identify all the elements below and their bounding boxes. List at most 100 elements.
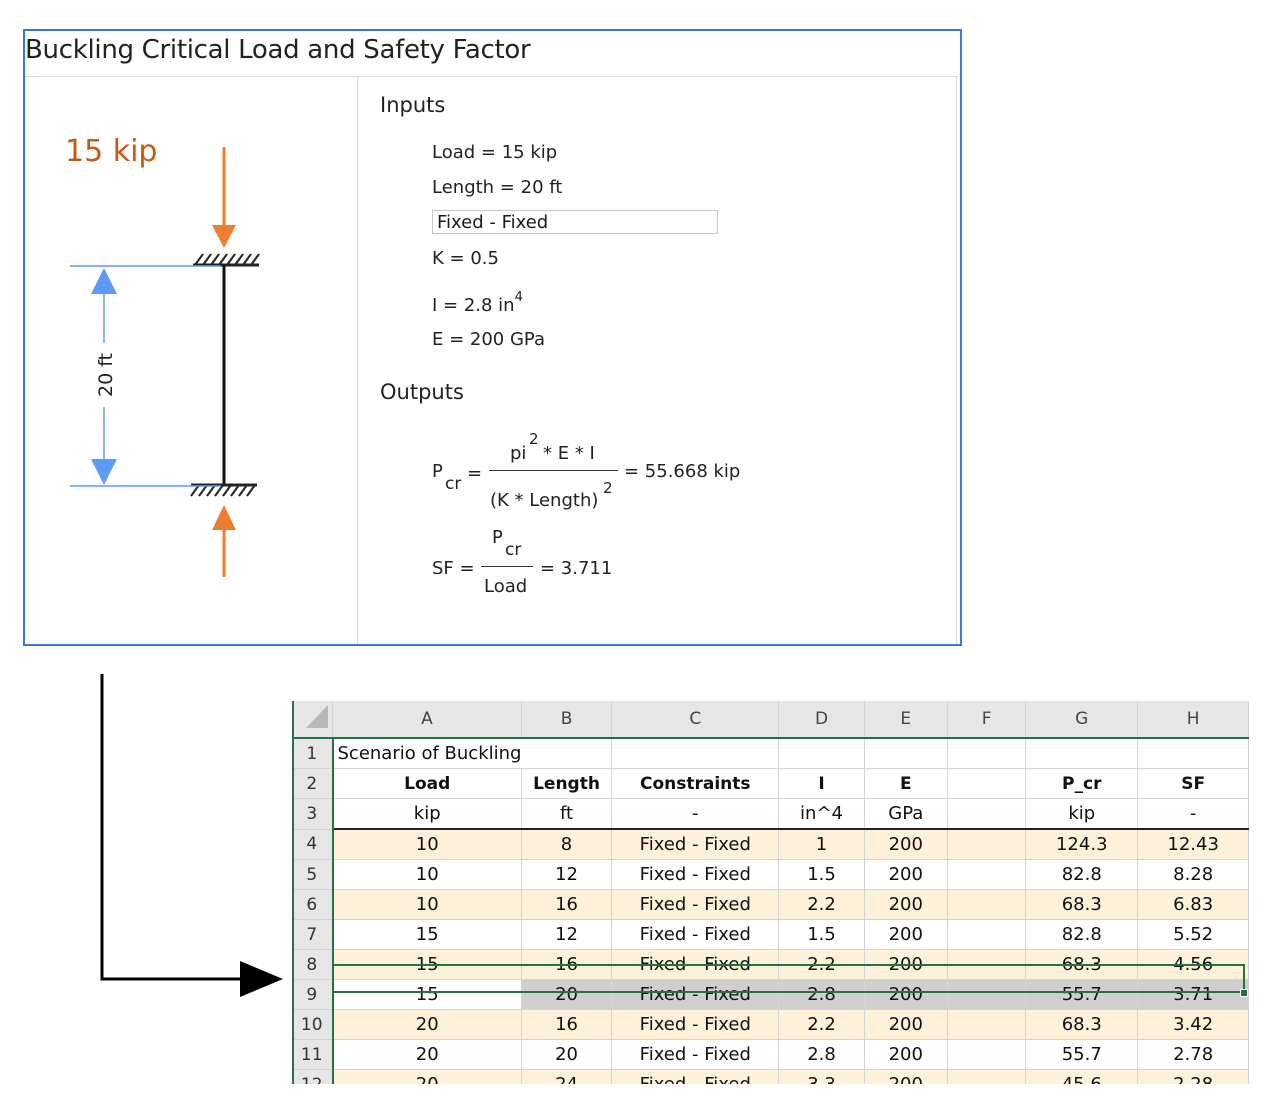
table-cell[interactable]: 2.8: [778, 1039, 865, 1070]
table-cell[interactable]: 24: [521, 1069, 613, 1084]
unit-cell[interactable]: [947, 798, 1027, 830]
header-cell[interactable]: I: [778, 768, 865, 799]
header-cell[interactable]: [947, 768, 1027, 799]
row-header[interactable]: 2: [292, 768, 334, 799]
table-cell[interactable]: 20: [521, 979, 613, 1010]
table-cell[interactable]: [947, 1009, 1027, 1040]
table-cell[interactable]: 1.5: [778, 859, 865, 890]
table-cell[interactable]: [947, 949, 1027, 980]
table-cell[interactable]: 124.3: [1025, 829, 1139, 860]
row-header[interactable]: 12: [292, 1069, 334, 1084]
table-cell[interactable]: Fixed - Fixed: [611, 1039, 780, 1070]
row-header[interactable]: 3: [292, 798, 334, 830]
unit-cell[interactable]: -: [611, 798, 780, 830]
column-header-g[interactable]: G: [1025, 701, 1139, 739]
table-cell[interactable]: 200: [864, 829, 949, 860]
table-cell[interactable]: 8: [521, 829, 613, 860]
header-cell[interactable]: SF: [1137, 768, 1249, 799]
row-header[interactable]: 5: [292, 859, 334, 890]
cell[interactable]: [1137, 738, 1249, 769]
row-header[interactable]: 8: [292, 949, 334, 980]
table-cell[interactable]: 16: [521, 949, 613, 980]
unit-cell[interactable]: ft: [521, 798, 613, 830]
row-header[interactable]: 1: [292, 738, 334, 769]
header-cell[interactable]: Load: [332, 768, 522, 799]
table-cell[interactable]: 68.3: [1025, 1009, 1139, 1040]
sheet-title-cell[interactable]: Scenario of Buckling: [332, 738, 522, 769]
table-cell[interactable]: 55.7: [1025, 1039, 1139, 1070]
table-cell[interactable]: 3.71: [1137, 979, 1249, 1010]
table-cell[interactable]: [947, 1039, 1027, 1070]
table-cell[interactable]: 200: [864, 1069, 949, 1084]
unit-cell[interactable]: -: [1137, 798, 1249, 830]
table-cell[interactable]: 8.28: [1137, 859, 1249, 890]
unit-cell[interactable]: kip: [332, 798, 522, 830]
select-all-corner[interactable]: [292, 701, 333, 739]
table-cell[interactable]: 45.6: [1025, 1069, 1139, 1084]
table-cell[interactable]: 2.2: [778, 949, 865, 980]
unit-cell[interactable]: in^4: [778, 798, 865, 830]
table-cell[interactable]: 12.43: [1137, 829, 1249, 860]
table-cell[interactable]: 15: [332, 949, 522, 980]
cell[interactable]: [778, 738, 865, 769]
table-cell[interactable]: 20: [332, 1069, 522, 1084]
table-cell[interactable]: [947, 919, 1027, 950]
table-cell[interactable]: 2.78: [1137, 1039, 1249, 1070]
row-header[interactable]: 7: [292, 919, 334, 950]
header-cell[interactable]: Constraints: [611, 768, 780, 799]
table-cell[interactable]: 20: [332, 1009, 522, 1040]
table-cell[interactable]: Fixed - Fixed: [611, 1069, 780, 1084]
table-cell[interactable]: Fixed - Fixed: [611, 1009, 780, 1040]
cell[interactable]: [611, 738, 780, 769]
table-cell[interactable]: 2.8: [778, 979, 865, 1010]
table-cell[interactable]: 20: [332, 1039, 522, 1070]
table-cell[interactable]: 2.28: [1137, 1069, 1249, 1084]
table-cell[interactable]: [947, 1069, 1027, 1084]
row-header[interactable]: 4: [292, 829, 334, 860]
table-cell[interactable]: 1.5: [778, 919, 865, 950]
row-header[interactable]: 6: [292, 889, 334, 920]
unit-cell[interactable]: GPa: [864, 798, 949, 830]
table-cell[interactable]: 10: [332, 859, 522, 890]
unit-cell[interactable]: kip: [1025, 798, 1139, 830]
table-cell[interactable]: Fixed - Fixed: [611, 919, 780, 950]
header-cell[interactable]: Length: [521, 768, 613, 799]
row-header[interactable]: 11: [292, 1039, 334, 1070]
table-cell[interactable]: 82.8: [1025, 859, 1139, 890]
table-cell[interactable]: 200: [864, 1009, 949, 1040]
cell[interactable]: [521, 738, 613, 769]
header-cell[interactable]: P_cr: [1025, 768, 1139, 799]
table-cell[interactable]: 15: [332, 919, 522, 950]
table-cell[interactable]: 5.52: [1137, 919, 1249, 950]
spreadsheet[interactable]: A B C D E F G H 1 Scenario of Buckling 2…: [292, 701, 1249, 1084]
table-cell[interactable]: Fixed - Fixed: [611, 979, 780, 1010]
row-header[interactable]: 9: [292, 979, 334, 1010]
table-cell[interactable]: 200: [864, 919, 949, 950]
column-header-f[interactable]: F: [947, 701, 1027, 739]
table-cell[interactable]: 1: [778, 829, 865, 860]
table-cell[interactable]: Fixed - Fixed: [611, 889, 780, 920]
table-cell[interactable]: 16: [521, 1009, 613, 1040]
table-cell[interactable]: 200: [864, 949, 949, 980]
table-cell[interactable]: [947, 859, 1027, 890]
table-cell[interactable]: 10: [332, 889, 522, 920]
table-cell[interactable]: 2.2: [778, 889, 865, 920]
column-header-h[interactable]: H: [1137, 701, 1249, 739]
column-header-b[interactable]: B: [521, 701, 613, 739]
table-cell[interactable]: Fixed - Fixed: [611, 829, 780, 860]
cell[interactable]: [864, 738, 949, 769]
column-header-a[interactable]: A: [332, 701, 522, 739]
table-cell[interactable]: [947, 829, 1027, 860]
table-cell[interactable]: 3.3: [778, 1069, 865, 1084]
table-cell[interactable]: 200: [864, 1039, 949, 1070]
table-cell[interactable]: 6.83: [1137, 889, 1249, 920]
column-header-d[interactable]: D: [778, 701, 865, 739]
table-cell[interactable]: 16: [521, 889, 613, 920]
table-cell[interactable]: Fixed - Fixed: [611, 859, 780, 890]
fill-handle[interactable]: [1240, 989, 1248, 997]
table-cell[interactable]: 200: [864, 859, 949, 890]
active-cell[interactable]: 15: [332, 979, 522, 1010]
table-cell[interactable]: 10: [332, 829, 522, 860]
table-cell[interactable]: 68.3: [1025, 889, 1139, 920]
table-cell[interactable]: 12: [521, 919, 613, 950]
